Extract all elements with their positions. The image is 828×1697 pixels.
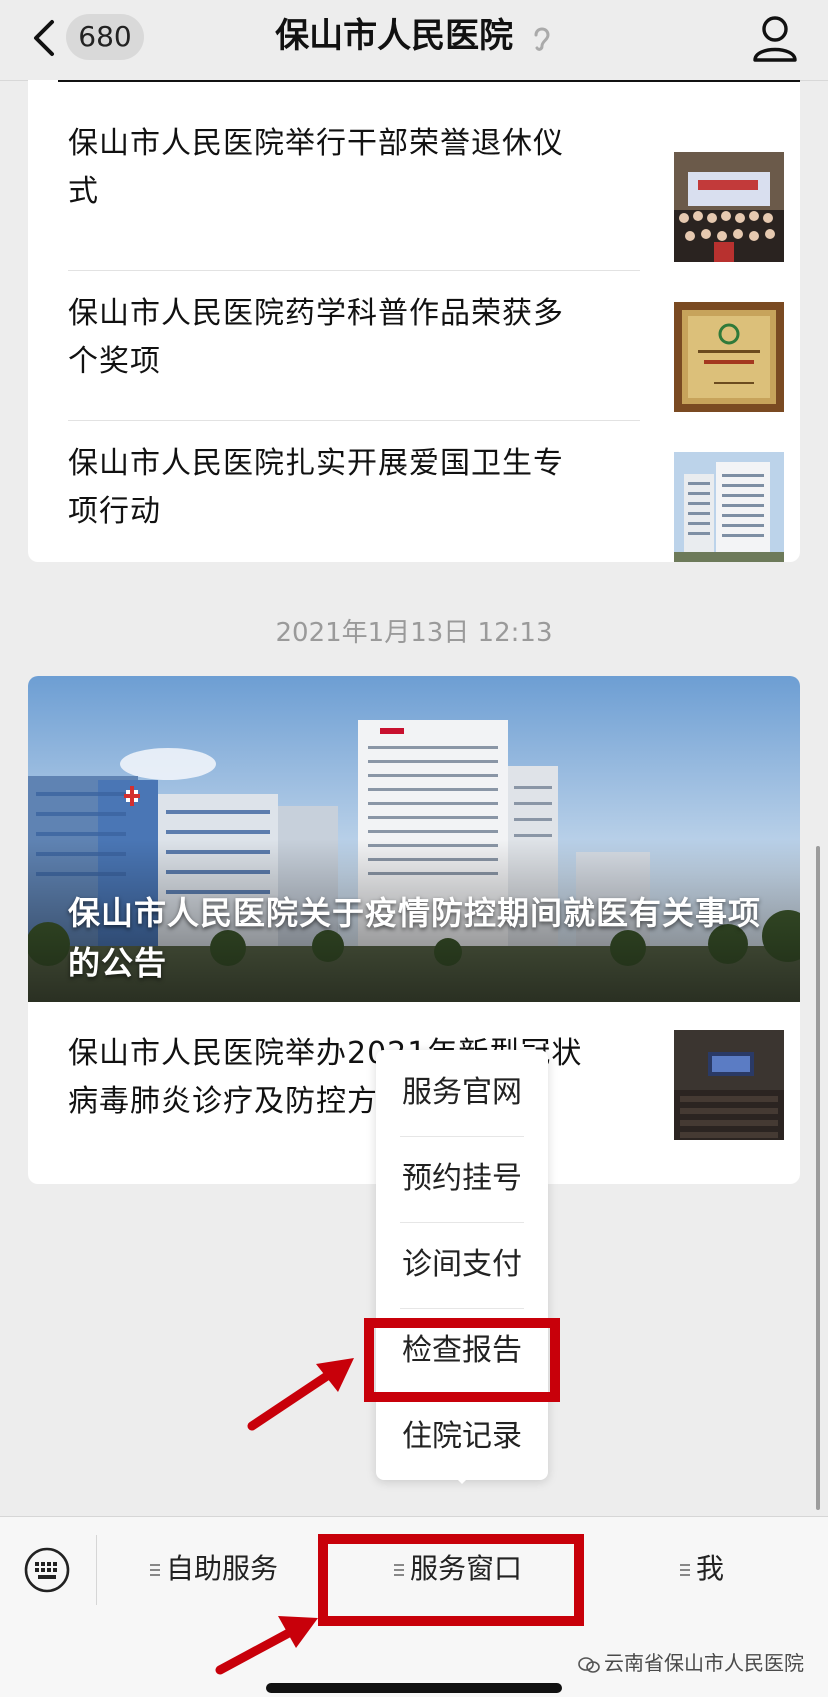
article-item[interactable]: 保山市人民医院药学科普作品荣获多个奖项	[68, 270, 784, 420]
tab-me[interactable]: 我	[680, 1549, 724, 1589]
article-item[interactable]: 保山市人民医院举行干部荣誉退休仪式	[68, 120, 784, 270]
service-window-popup-menu: 服务官网 预约挂号 诊间支付 检查报告 住院记录	[376, 1050, 548, 1480]
hero-image-hospital-campus[interactable]: 保山市人民医院关于疫情防控期间就医有关事项的公告	[28, 676, 800, 1002]
profile-icon[interactable]	[752, 14, 798, 62]
ear-icon	[534, 27, 550, 51]
page-title-text: 保山市人民医院	[275, 16, 514, 56]
article-title: 保山市人民医院举行干部荣誉退休仪式	[68, 126, 564, 209]
annotation-arrow-icon	[247, 1358, 354, 1431]
menu-item-clinic-payment[interactable]: 诊间支付	[376, 1222, 548, 1308]
menu-item-hospital-records[interactable]: 住院记录	[376, 1394, 548, 1480]
article-title: 保山市人民医院药学科普作品荣获多个奖项	[68, 296, 564, 379]
top-nav-bar: 680 保山市人民医院	[0, 0, 828, 81]
tab-label: 自助服务	[166, 1552, 279, 1585]
menu-lines-icon	[150, 1564, 160, 1576]
home-indicator	[266, 1683, 562, 1693]
message-timestamp: 2021年1月13日 12:13	[275, 618, 553, 648]
article-list-card: 保山市人民医院举行干部荣誉退休仪式 保山市人民医院药学科普作品荣获多个奖项 保山…	[28, 80, 800, 562]
article-title: 保山市人民医院扎实开展爱国卫生专项行动	[68, 446, 564, 529]
article-item[interactable]: 保山市人民医院扎实开展爱国卫生专项行动	[68, 420, 784, 562]
article-thumbnail-award-plaque	[674, 302, 784, 412]
article-thumbnail-hospital-building	[674, 452, 784, 562]
page-title: 保山市人民医院	[0, 14, 828, 58]
menu-lines-icon	[680, 1564, 690, 1576]
hero-article-title: 保山市人民医院关于疫情防控期间就医有关事项的公告	[68, 894, 762, 982]
exam-report-highlight-box	[364, 1318, 560, 1402]
keyboard-icon[interactable]	[24, 1547, 70, 1593]
service-window-highlight-box	[318, 1534, 584, 1626]
scroll-indicator[interactable]	[816, 846, 820, 1510]
popup-menu-pointer	[452, 1474, 472, 1484]
article-thumbnail-training-session	[674, 1030, 784, 1140]
watermark-text: 云南省保山市人民医院	[604, 1651, 804, 1675]
menu-item-appointment[interactable]: 预约挂号	[376, 1136, 548, 1222]
menu-item-official-site[interactable]: 服务官网	[376, 1050, 548, 1136]
bottom-bar-divider	[96, 1535, 97, 1605]
annotation-arrow-icon	[215, 1616, 318, 1675]
article-thumbnail-retirement-ceremony	[674, 152, 784, 262]
wechat-icon	[578, 1656, 600, 1673]
tab-label: 我	[696, 1552, 725, 1585]
card-top-divider	[58, 80, 800, 82]
watermark: 云南省保山市人民医院	[578, 1647, 804, 1676]
tab-self-service[interactable]: 自助服务	[150, 1549, 278, 1589]
